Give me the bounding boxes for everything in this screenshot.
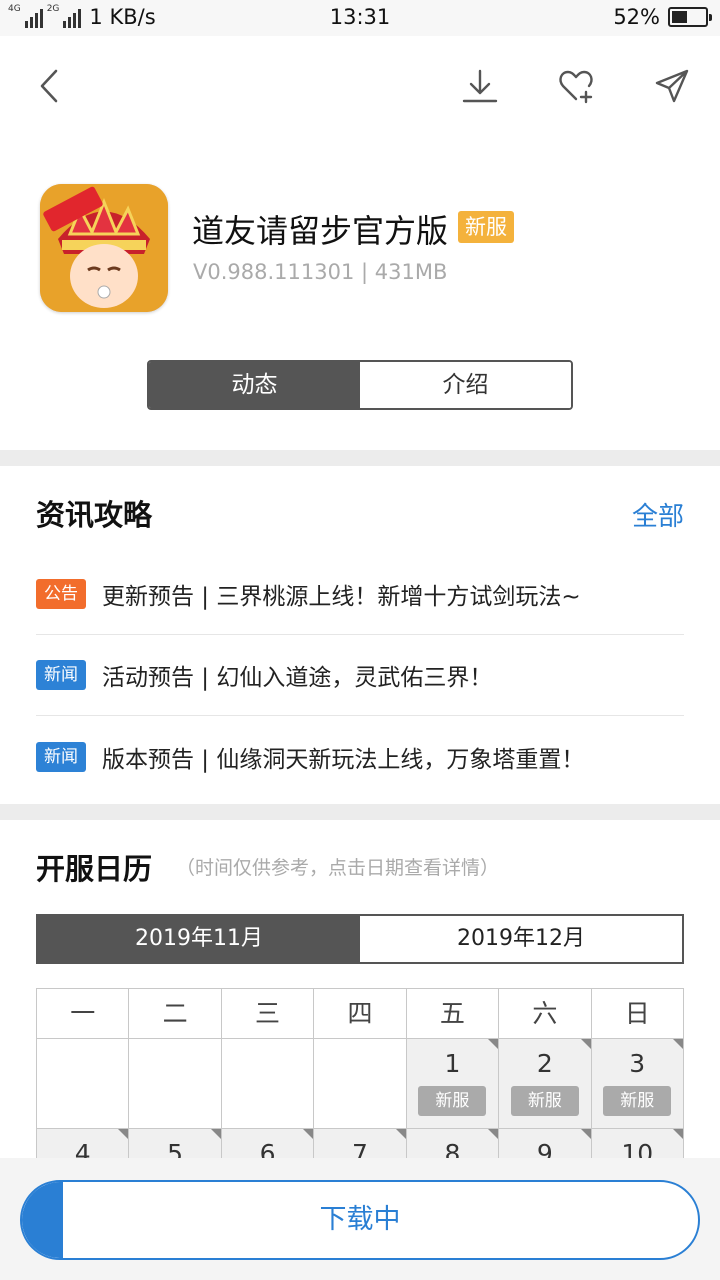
send-icon xyxy=(655,69,689,103)
segment-control: 动态 介绍 xyxy=(147,360,573,410)
calendar-day-empty xyxy=(314,1039,407,1129)
news-item-text: 更新预告 | 三界桃源上线！新增十方试剑玩法~ xyxy=(102,584,581,610)
news-section: 资讯攻略 全部 公告 更新预告 | 三界桃源上线！新增十方试剑玩法~ 新闻 活动… xyxy=(0,466,720,804)
day-number: 1 xyxy=(444,1049,461,1078)
news-more-link[interactable]: 全部 xyxy=(632,496,684,533)
weekday-label: 五 xyxy=(406,989,500,1039)
calendar-day-empty xyxy=(129,1039,222,1129)
download-status-label: 下载中 xyxy=(319,1204,401,1235)
weekday-label: 三 xyxy=(221,989,315,1039)
weekday-label: 日 xyxy=(591,989,684,1039)
new-server-tag: 新服 xyxy=(418,1086,487,1116)
tab-updates[interactable]: 动态 xyxy=(149,362,360,408)
news-item[interactable]: 新闻 版本预告 | 仙缘洞天新玩法上线，万象塔重置！ xyxy=(36,716,684,797)
news-title: 资讯攻略 xyxy=(36,498,153,532)
weekday-label: 一 xyxy=(37,989,130,1039)
new-server-tag: 新服 xyxy=(603,1086,672,1116)
new-server-tag: 新服 xyxy=(510,1086,579,1116)
calendar-day[interactable]: 2 新服 xyxy=(499,1039,592,1129)
weekday-label: 四 xyxy=(314,989,407,1039)
calendar-day-empty xyxy=(221,1039,315,1129)
download-button[interactable] xyxy=(456,62,504,110)
battery-status: 52% xyxy=(613,5,712,29)
notice-tag: 公告 xyxy=(36,579,86,609)
calendar-day[interactable]: 1 新服 xyxy=(406,1039,500,1129)
weekday-label: 二 xyxy=(129,989,222,1039)
news-item[interactable]: 公告 更新预告 | 三界桃源上线！新增十方试剑玩法~ xyxy=(36,554,684,635)
calendar-day-empty xyxy=(37,1039,130,1129)
month-tabs: 2019年11月 2019年12月 xyxy=(36,914,684,964)
download-progress-button[interactable]: 下载中 xyxy=(20,1180,700,1260)
app-title: 道友请留步官方版 xyxy=(192,212,449,250)
favorite-button[interactable] xyxy=(552,62,600,110)
weekday-label: 六 xyxy=(499,989,592,1039)
app-detail-page: 4G 2G 1 KB/s 13:31 52% 道友请留步官方版 新服 V0.98… xyxy=(0,0,720,1280)
new-server-badge: 新服 xyxy=(458,211,514,243)
battery-percent: 52% xyxy=(613,5,660,29)
download-icon xyxy=(462,69,498,103)
news-item-text: 活动预告 | 幻仙入道途，灵武佑三界！ xyxy=(102,665,493,691)
heart-add-icon xyxy=(559,70,593,104)
game-app-icon xyxy=(40,184,168,312)
tab-intro[interactable]: 介绍 xyxy=(360,362,571,408)
day-number: 3 xyxy=(629,1049,646,1078)
tab-month-dec[interactable]: 2019年12月 xyxy=(360,916,682,962)
app-version-size: V0.988.111301 | 431MB xyxy=(193,260,448,284)
news-tag: 新闻 xyxy=(36,741,86,772)
tab-month-nov[interactable]: 2019年11月 xyxy=(38,916,360,962)
calendar-note: （时间仅供参考，点击日期查看详情） xyxy=(176,857,500,879)
clock: 13:31 xyxy=(329,5,391,29)
calendar-week-row: 1 新服 2 新服 3 新服 xyxy=(37,1039,684,1129)
news-item-text: 版本预告 | 仙缘洞天新玩法上线，万象塔重置！ xyxy=(102,746,585,773)
battery-icon xyxy=(668,7,712,27)
day-number: 2 xyxy=(536,1049,553,1078)
status-bar: 4G 2G 1 KB/s 13:31 52% xyxy=(0,0,720,36)
calendar-day[interactable]: 3 新服 xyxy=(591,1039,684,1129)
news-tag: 新闻 xyxy=(36,660,86,690)
bottom-action-bar: 下载中 xyxy=(0,1158,720,1280)
back-button[interactable] xyxy=(26,62,74,110)
weekday-header-row: 一 二 三 四 五 六 日 xyxy=(37,989,684,1039)
chevron-left-icon xyxy=(40,69,58,103)
app-header: 道友请留步官方版 新服 V0.988.111301 | 431MB 动态 介绍 xyxy=(0,36,720,450)
calendar-title: 开服日历 xyxy=(36,852,153,886)
news-item[interactable]: 新闻 活动预告 | 幻仙入道途，灵武佑三界！ xyxy=(36,635,684,716)
app-icon xyxy=(40,184,168,312)
share-button[interactable] xyxy=(648,62,696,110)
